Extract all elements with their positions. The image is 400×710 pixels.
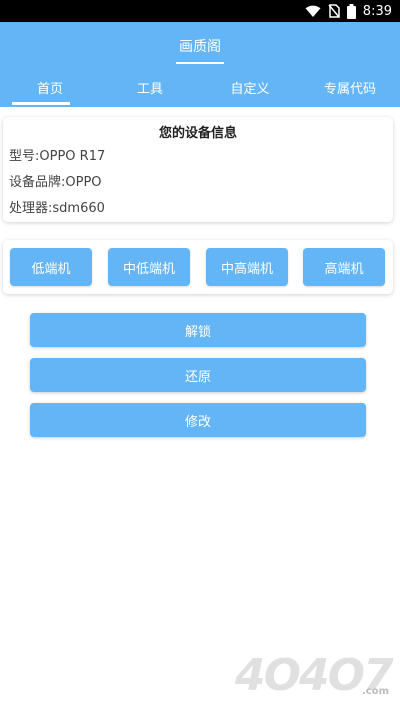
title-underline (176, 62, 224, 64)
mid-high-end-button[interactable]: 中高端机 (206, 248, 288, 286)
device-model: 型号:OPPO R17 (9, 149, 106, 164)
no-sim-icon (328, 4, 340, 18)
restore-button[interactable]: 还原 (30, 358, 366, 392)
device-processor: 处理器:sdm660 (9, 201, 105, 216)
wifi-icon (305, 5, 321, 18)
clock: 8:39 (362, 3, 392, 19)
tab-tools[interactable]: 工具 (100, 72, 200, 107)
low-end-button[interactable]: 低端机 (10, 248, 92, 286)
modify-button[interactable]: 修改 (30, 403, 366, 437)
low-mid-end-button[interactable]: 中低端机 (108, 248, 190, 286)
tab-exclusive-code[interactable]: 专属代码 (300, 72, 400, 107)
high-end-button[interactable]: 高端机 (303, 248, 385, 286)
status-bar: 8:39 (0, 0, 400, 22)
unlock-button[interactable]: 解锁 (30, 313, 366, 347)
tab-home[interactable]: 首页 (0, 72, 100, 107)
battery-icon (346, 3, 356, 19)
app-title: 画质阁 (179, 39, 221, 55)
device-info-card: 您的设备信息 型号:OPPO R17 设备品牌:OPPO 处理器:sdm660 (3, 117, 393, 222)
tab-bar: 首页 工具 自定义 专属代码 (0, 72, 400, 107)
tab-custom[interactable]: 自定义 (200, 72, 300, 107)
app-header: 画质阁 首页 工具 自定义 专属代码 (0, 22, 400, 107)
device-info-title: 您的设备信息 (158, 126, 237, 141)
device-brand: 设备品牌:OPPO (9, 175, 102, 190)
watermark-suffix: .com (362, 686, 390, 697)
device-tier-card: 低端机 中低端机 中高端机 高端机 (3, 240, 393, 294)
